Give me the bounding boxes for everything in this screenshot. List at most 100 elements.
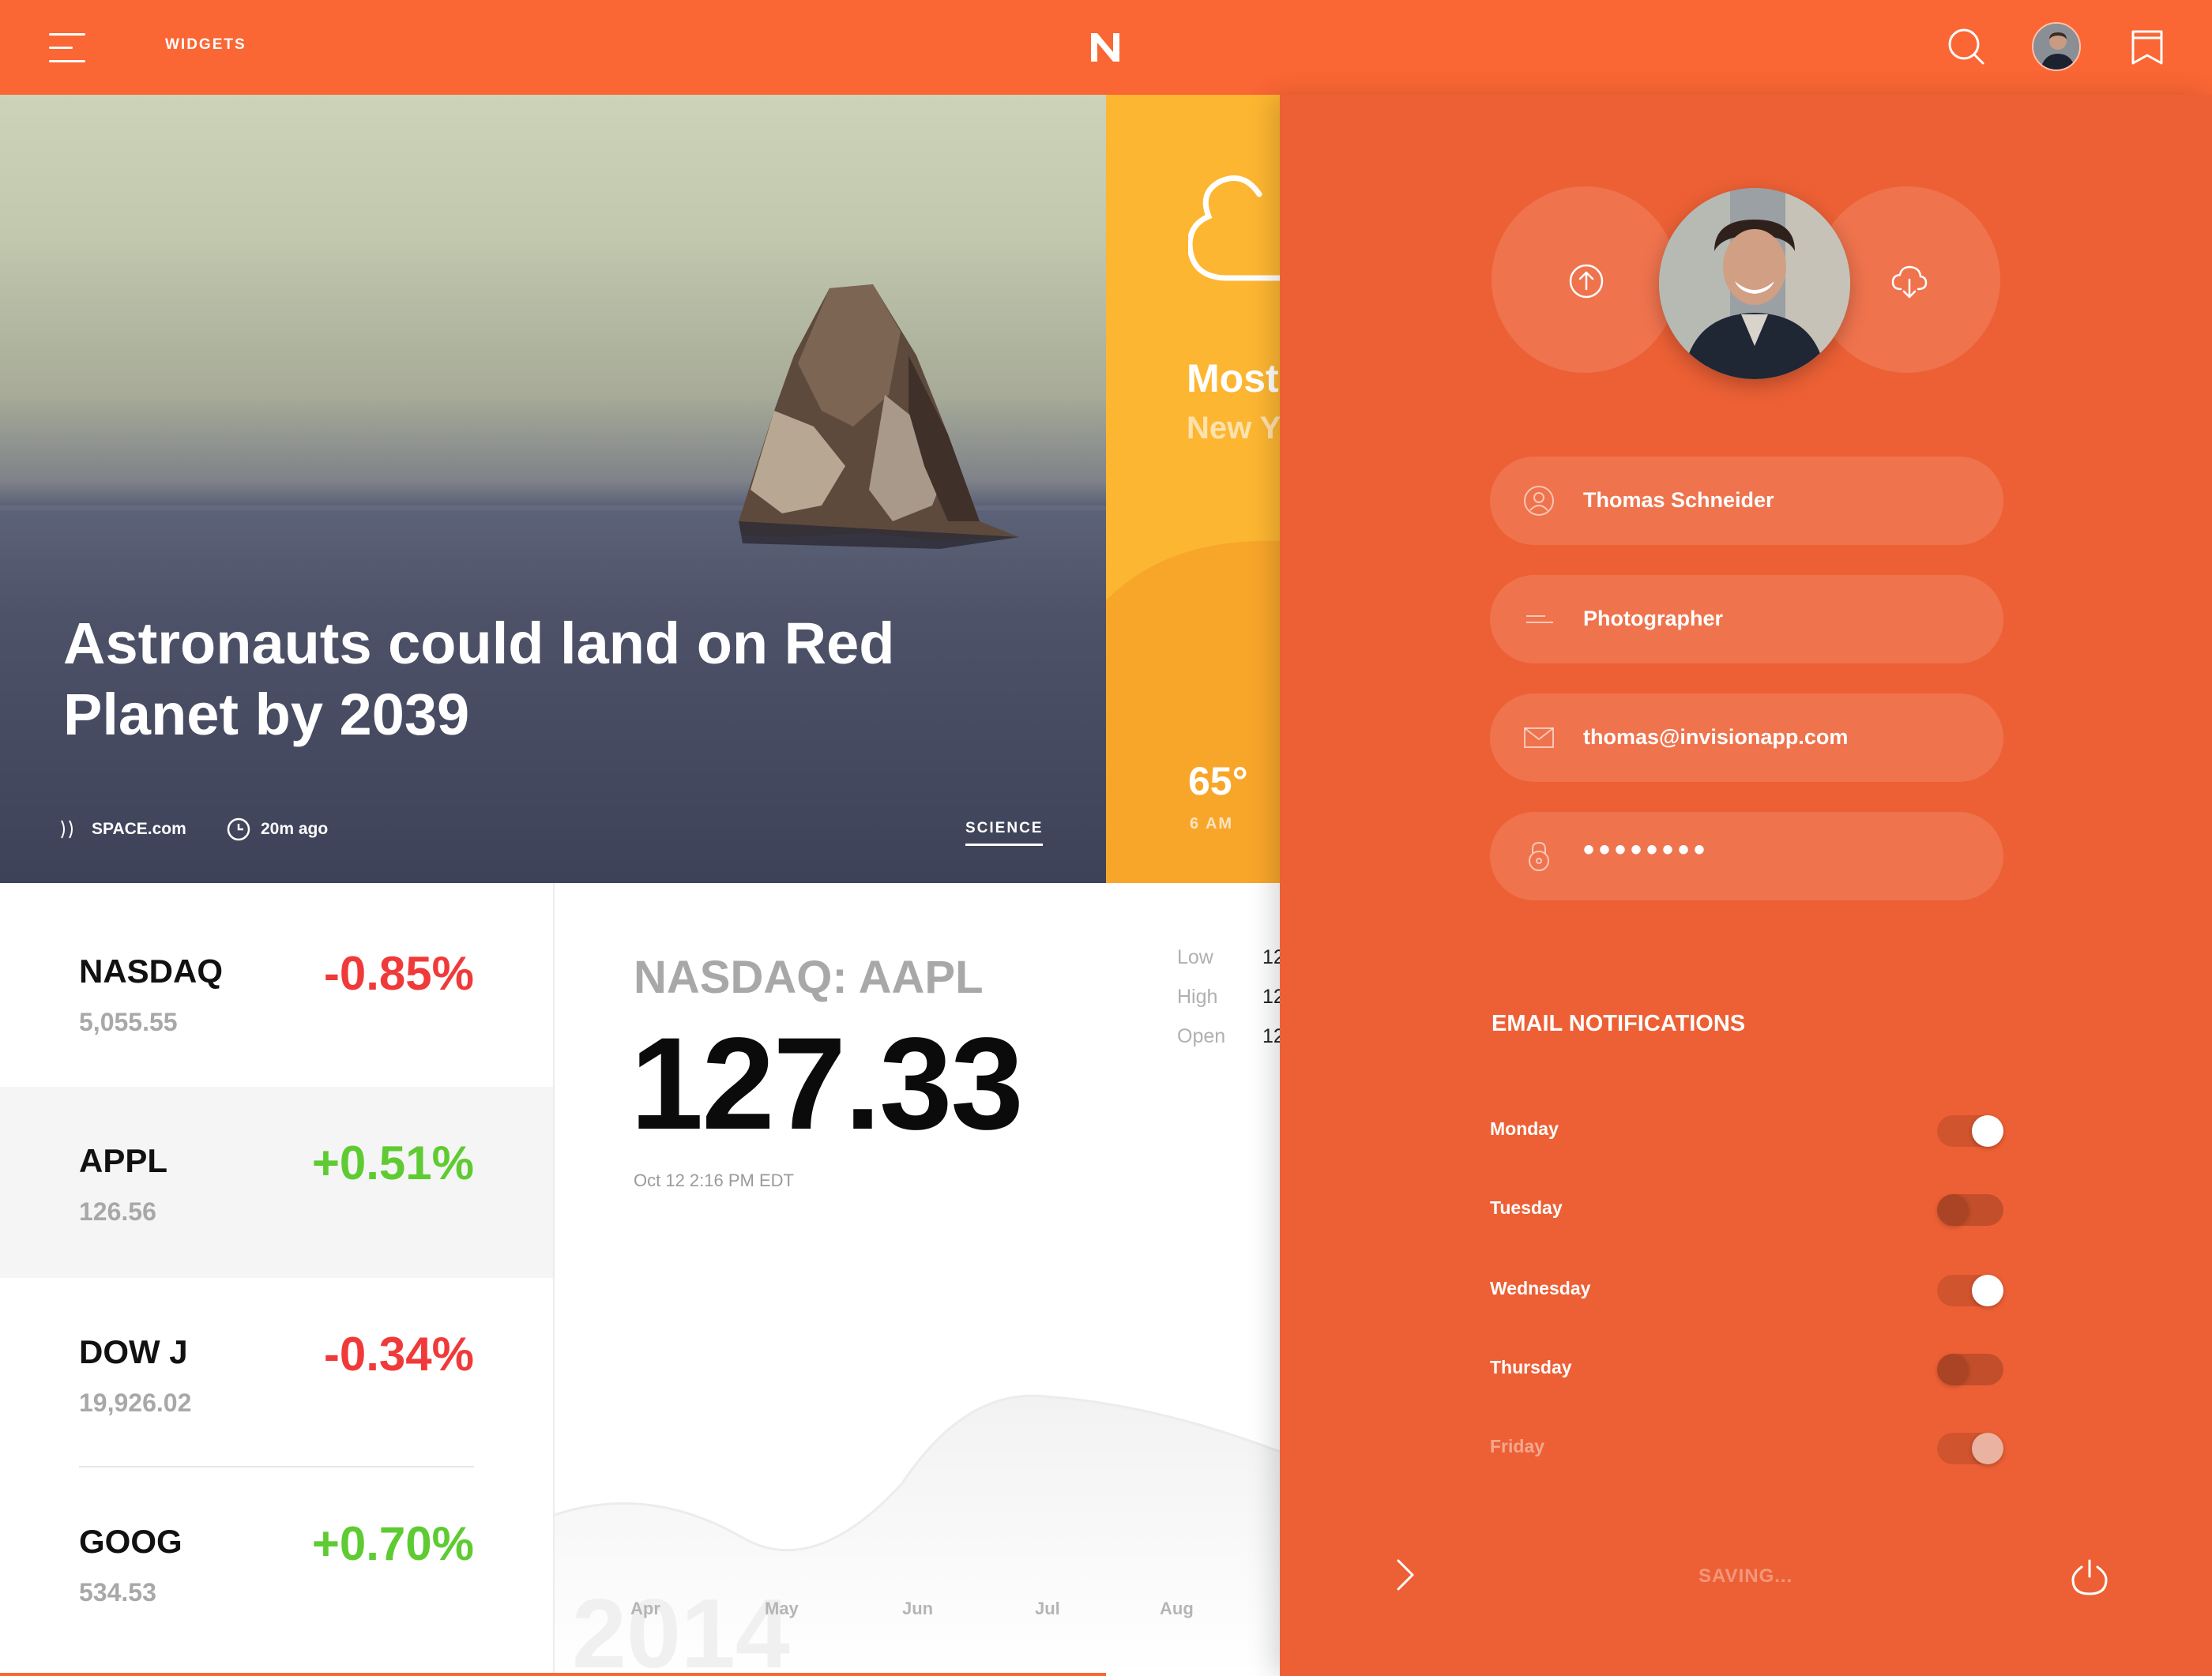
stock-value: 534.53 [79,1578,156,1606]
text-lines-icon [1526,615,1553,623]
hero-article-card[interactable]: Astronauts could land on Red Planet by 2… [0,95,1106,883]
stock-change: -0.34% [323,1328,474,1381]
password-value: •••••••• [1583,832,1710,867]
stat-row: High 12 [1177,986,1280,1025]
cloud-icon [1188,175,1280,281]
stock-item-dowj[interactable]: DOW J 19,926.02 -0.34% [0,1278,553,1469]
detail-ticker: NASDAQ: AAPL [634,952,984,1003]
bottom-accent-bar [0,1673,1106,1676]
profile-panel: Thomas Schneider Photographer thomas@inv… [1280,95,2212,1676]
stock-name: GOOG [79,1523,182,1560]
mail-icon [1524,727,1554,748]
weather-city: New Y [1187,411,1280,445]
stat-label: High [1177,986,1218,1008]
notification-row-tuesday: Tuesday [1490,1186,2003,1234]
search-icon[interactable] [1947,27,1986,66]
detail-stats: Low 12 High 12 Open 12 [1177,946,1280,1065]
category-tag[interactable]: SCIENCE [965,820,1044,846]
weather-time: 6 AM [1190,815,1234,832]
article-time: 20m ago [261,820,329,838]
logo-icon[interactable] [1086,28,1124,66]
stock-value: 19,926.02 [79,1389,192,1417]
stock-change: +0.51% [311,1137,474,1189]
article-source[interactable]: SPACE.com [92,820,186,839]
cloud-download-icon [1891,265,1928,299]
email-notifications-title: EMAIL NOTIFICATIONS [1492,1011,1746,1036]
wednesday-toggle[interactable] [1937,1275,2003,1306]
stat-row: Open 12 [1177,1025,1280,1065]
notification-row-thursday: Thursday [1490,1346,2003,1393]
top-bar: WIDGETS [0,0,2212,95]
month-label: Jun [902,1599,934,1618]
source-icon [61,820,73,839]
weather-temperature: 65° [1188,759,1248,803]
tuesday-toggle[interactable] [1937,1194,2003,1226]
toggle-knob [1972,1115,2003,1147]
email-field[interactable]: thomas@invisionapp.com [1490,693,2003,782]
year-watermark: 2014 [572,1580,790,1676]
toggle-knob [1937,1194,1969,1226]
role-value: Photographer [1583,607,1724,630]
user-icon [1524,486,1554,516]
name-field[interactable]: Thomas Schneider [1490,457,2003,545]
day-label: Monday [1490,1118,1559,1139]
article-meta: SPACE.com 20m ago SCIENCE [57,814,1052,846]
article-headline[interactable]: Astronauts could land on Red Planet by 2… [63,608,1011,750]
stock-value: 126.56 [79,1197,156,1226]
email-value: thomas@invisionapp.com [1583,725,1849,749]
month-label: May [765,1599,799,1618]
password-field[interactable]: •••••••• [1490,812,2003,900]
weather-condition: Most [1187,356,1279,400]
stock-change: -0.85% [323,947,474,1000]
stock-name: DOW J [79,1333,188,1370]
monday-toggle[interactable] [1937,1115,2003,1147]
hero-image [0,284,1106,549]
bookmark-icon[interactable] [2130,28,2165,66]
stat-label: Low [1177,946,1213,968]
day-label: Tuesday [1490,1197,1563,1218]
detail-timestamp: Oct 12 2:16 PM EDT [634,1171,794,1190]
notification-row-monday: Monday [1490,1107,2003,1155]
stat-value: 12 [1262,946,1280,968]
role-field[interactable]: Photographer [1490,575,2003,663]
month-label: Apr [630,1599,660,1618]
day-label: Wednesday [1490,1278,1591,1298]
stock-name: APPL [79,1142,168,1179]
day-label: Friday [1490,1436,1545,1456]
notification-row-wednesday: Wednesday [1490,1267,2003,1314]
stat-value: 12 [1262,1025,1280,1047]
clock-icon [227,817,250,841]
name-value: Thomas Schneider [1583,488,1774,512]
stock-item-nasdaq[interactable]: NASDAQ 5,055.55 -0.85% [0,883,553,1074]
stat-value: 12 [1262,986,1280,1008]
menu-icon[interactable] [49,33,85,63]
saving-status: SAVING... [1698,1565,1793,1587]
weather-card[interactable]: Most New Y 65° 6 AM [1106,95,1280,883]
stat-label: Open [1177,1025,1226,1047]
stock-detail-card: NASDAQ: AAPL 127.33 Oct 12 2:16 PM EDT L… [555,883,1280,1676]
stock-change: +0.70% [311,1517,474,1570]
toggle-knob [1972,1275,2003,1306]
toggle-knob [1972,1433,2003,1464]
thursday-toggle[interactable] [1937,1354,2003,1385]
stock-value: 5,055.55 [79,1008,178,1036]
day-label: Thursday [1490,1357,1572,1377]
chevron-right-icon[interactable] [1390,1556,1422,1594]
stock-list: NASDAQ 5,055.55 -0.85% APPL 126.56 +0.51… [0,883,553,1676]
nav-widgets-link[interactable]: WIDGETS [165,36,246,54]
month-label: Aug [1160,1599,1194,1618]
profile-photo[interactable] [1659,188,1850,379]
detail-price: 127.33 [630,1011,1024,1157]
stock-item-appl[interactable]: APPL 126.56 +0.51% [0,1087,553,1278]
stat-row: Low 12 [1177,946,1280,986]
stock-name: NASDAQ [79,953,224,990]
month-label: Jul [1035,1599,1060,1618]
power-icon[interactable] [2070,1558,2109,1597]
stock-item-goog[interactable]: GOOG 534.53 +0.70% [0,1469,553,1660]
notification-row-friday: Friday [1490,1425,2003,1472]
list-separator [79,1466,474,1467]
lock-icon [1529,841,1549,871]
upload-button[interactable] [1492,186,1678,373]
avatar[interactable] [2032,22,2081,71]
friday-toggle[interactable] [1937,1433,2003,1464]
